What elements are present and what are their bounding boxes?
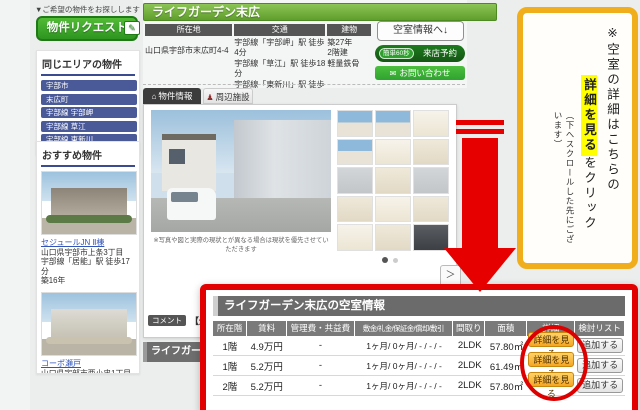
annotation-vertical-text: ※空室の詳細はこちらの 詳細を見るをクリック （下へスクロールした先にございます… (529, 25, 626, 251)
property-link[interactable]: コーポ瀬戸 (41, 358, 135, 369)
request-note: ▼ご希望の物件をお探しします (35, 4, 143, 15)
sidebar-item-ubemisaki[interactable]: 宇部線 宇部岬 (41, 107, 137, 118)
recommended-heading: おすすめ物件 (41, 146, 135, 167)
cell-fees: - (287, 340, 355, 351)
photo-thumbnail[interactable] (337, 139, 373, 166)
property-thumbnail[interactable] (41, 292, 137, 356)
cell-floor: 2階 (213, 379, 247, 393)
info-header-access: 交通 (234, 24, 325, 36)
photo-disclaimer: ※写真や図と実際の現状とが異なる場合は現状を優先させていただきます (151, 235, 331, 253)
contact-label: お問い合わせ (399, 68, 450, 78)
col-layout: 間取り (453, 321, 484, 336)
photo-thumbnail[interactable] (337, 196, 373, 223)
divider (143, 84, 465, 85)
notepad-icon: ✎ (124, 21, 140, 35)
cell-deposits: 1ヶ月/ 0ヶ月/ - / - / - (354, 360, 454, 372)
red-down-arrow (440, 112, 520, 296)
pagination-dot[interactable] (393, 258, 398, 263)
annotation-subnote: （下へスクロールした先にございます） (552, 111, 576, 251)
vacancy-title: ライフガーデン末広の空室情報 (213, 296, 625, 316)
info-header-location: 所在地 (145, 24, 232, 36)
cell-deposits: 1ヶ月/ 0ヶ月/ - / - / - (354, 340, 454, 352)
photo-thumbnail[interactable] (375, 224, 411, 251)
col-deposits: 敷金/礼金/保証金/償却/敷引 (355, 321, 453, 336)
cell-floor: 1階 (213, 359, 247, 373)
cell-fees: - (287, 380, 355, 391)
cell-layout: 2LDK (454, 340, 486, 351)
tab-property-info[interactable]: ⌂物件情報 (143, 88, 201, 104)
photo-thumbnail[interactable] (337, 167, 373, 194)
cell-floor: 1階 (213, 339, 247, 353)
photo-thumbnail[interactable] (375, 196, 411, 223)
col-floor: 所在階 (213, 321, 246, 336)
building-line: 築27年 (327, 38, 371, 48)
reserve-badge: 簡単60秒 (379, 48, 414, 59)
access-line: 宇部線「草江」駅 徒歩18分 (234, 59, 325, 80)
house-icon: ⌂ (152, 92, 157, 101)
cell-layout: 2LDK (454, 360, 486, 371)
annotation-note-box: ※空室の詳細はこちらの 詳細を見るをクリック （下へスクロールした先にございます… (517, 7, 638, 269)
property-age: 築16年 (41, 276, 135, 285)
page-title: ライフガーデン末広 (143, 3, 497, 21)
pagination-dot-active[interactable] (382, 257, 388, 263)
photo-thumbnail[interactable] (375, 167, 411, 194)
annotation-line2: 詳細を見るをクリック (580, 75, 599, 251)
photo-thumbnail[interactable] (375, 139, 411, 166)
property-request-button[interactable]: 物件リクエスト ✎ (36, 16, 138, 41)
sidebar-item-kusae[interactable]: 宇部線 草江 (41, 121, 137, 132)
recommended-card: セジュールJN Ⅱ棟 山口県宇部市上条3丁目 宇部線「居能」駅 徒歩17分 築1… (41, 171, 135, 285)
building-line: 2階建 (327, 48, 371, 58)
sidebar-item-suehiro[interactable]: 末広町 (41, 94, 137, 105)
envelope-icon: ✉ (390, 67, 397, 81)
photo-thumbnail[interactable] (337, 110, 373, 137)
cell-rent: 4.9万円 (247, 339, 287, 353)
photo-thumbnail[interactable] (375, 110, 411, 137)
cell-rent: 5.2万円 (247, 359, 287, 373)
property-address: 山口県宇部市上条3丁目 (41, 248, 135, 257)
property-access: 宇部線「居能」駅 徒歩17分 (41, 257, 135, 276)
sidebar-item-ube-city[interactable]: 宇部市 (41, 80, 137, 91)
tab-label: 周辺施設 (216, 92, 250, 102)
cell-rent: 5.2万円 (247, 379, 287, 393)
property-thumbnail[interactable] (41, 171, 137, 235)
visit-reserve-button[interactable]: 簡単60秒 来店予約 (375, 45, 465, 62)
access-line: 宇部線「宇部岬」駅 徒歩4分 (234, 38, 325, 59)
col-rent: 賃料 (247, 321, 286, 336)
annotation-click-text: をクリック (582, 156, 596, 231)
reserve-label: 来店予約 (423, 48, 457, 58)
thumbnail-grid (337, 110, 451, 253)
comment-badge: コメント (148, 315, 186, 326)
recommended-box: おすすめ物件 セジュールJN Ⅱ棟 山口県宇部市上条3丁目 宇部線「居能」駅 徒… (36, 141, 140, 374)
annotation-highlight: 詳細を見る (581, 75, 597, 156)
info-header-building: 建物 (327, 24, 371, 36)
photo-thumbnail[interactable] (337, 224, 373, 251)
cell-fees: - (287, 360, 355, 371)
info-building: 築27年 2階建 軽量鉄骨 (327, 38, 371, 100)
recommended-card: コーポ瀬戸 山口県宇部市西小串1丁目 宇部線「宇部新川」駅 徒歩12分 (41, 292, 135, 374)
person-icon: ♟ (206, 93, 213, 102)
property-link[interactable]: セジュールJN Ⅱ棟 (41, 237, 135, 248)
cell-deposits: 1ヶ月/ 0ヶ月/ - / - / - (354, 380, 454, 392)
tab-label: 物件情報 (158, 91, 192, 101)
building-line: 軽量鉄骨 (327, 59, 371, 69)
main-property-photo[interactable] (151, 110, 331, 232)
gallery-pagination (382, 257, 403, 263)
property-address: 山口県宇部市西小串1丁目 (41, 369, 135, 374)
property-request-label: 物件リクエスト (47, 22, 128, 34)
tab-surroundings[interactable]: ♟周辺施設 (203, 88, 253, 104)
vacancy-jump-button[interactable]: 空室情報へ↓ (377, 21, 464, 41)
red-circle-annotation (517, 323, 591, 405)
same-area-heading: 同じエリアの物件 (41, 55, 135, 76)
contact-button[interactable]: ✉お問い合わせ (375, 66, 465, 80)
page-gutter (0, 0, 30, 410)
col-fees: 管理費・共益費 (287, 321, 353, 336)
annotation-line1: ※空室の詳細はこちらの (603, 25, 622, 251)
same-area-box: 同じエリアの物件 宇部市 末広町 宇部線 宇部岬 宇部線 草江 宇部線 東新川 (36, 50, 140, 155)
cell-layout: 2LDK (454, 380, 486, 391)
